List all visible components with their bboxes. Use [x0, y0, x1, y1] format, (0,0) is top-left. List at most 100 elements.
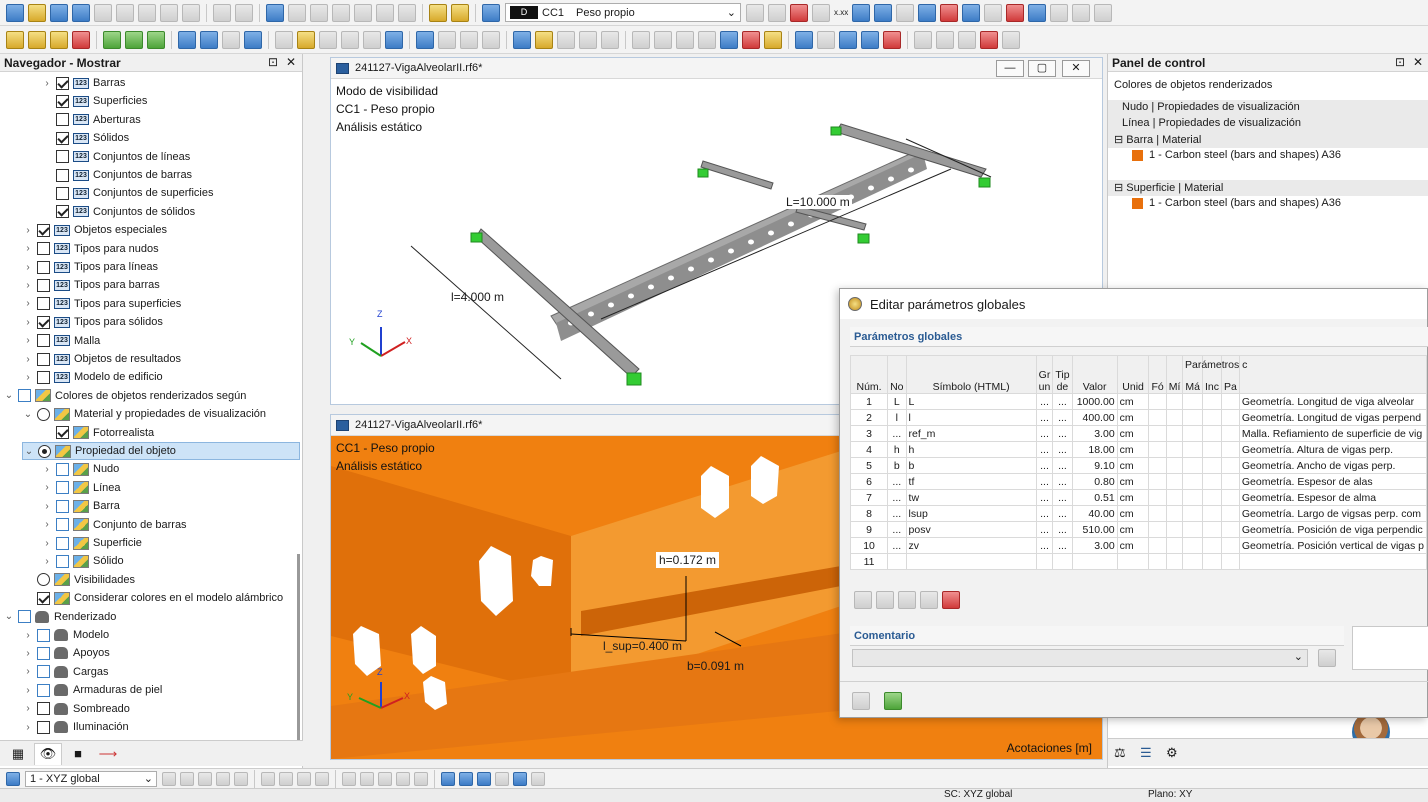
row-unit[interactable]: cm [1116, 537, 1150, 554]
expand-arrow-icon[interactable]: › [22, 280, 34, 291]
row-pas[interactable] [1221, 457, 1240, 474]
solid-icon[interactable] [244, 30, 262, 49]
nav-item[interactable]: › Cargas [22, 663, 108, 681]
cube-icon[interactable] [1028, 3, 1047, 22]
row-unit[interactable]: cm [1116, 425, 1150, 442]
nav-item[interactable]: 123 Conjuntos de líneas [41, 148, 190, 166]
nav-item[interactable]: 123 Conjuntos de superficies [41, 184, 213, 202]
load-case-selector[interactable]: D CC1 Peso propio ⌄ [505, 3, 741, 22]
table-row[interactable]: 6... tf...... 0.80 cm Geometría. Espesor de … [849, 473, 1428, 490]
checkbox[interactable] [37, 334, 50, 348]
row-group[interactable]: ... [1035, 457, 1054, 474]
row-pas[interactable] [1221, 537, 1240, 554]
delete-all-icon[interactable] [942, 591, 960, 609]
radio-button[interactable] [37, 573, 50, 587]
row-max[interactable] [1182, 505, 1204, 522]
collapse-icon[interactable]: ⊟ [1114, 134, 1126, 146]
grid-icon[interactable] [319, 30, 337, 49]
collapse-arrow-icon[interactable]: ⌄ [3, 390, 15, 401]
row-number[interactable]: 10 [849, 537, 889, 554]
dimension-tool-icon[interactable] [279, 771, 293, 786]
row-description[interactable]: Geometría. Ancho de vigas perp. [1238, 457, 1428, 474]
truss-icon[interactable] [482, 30, 500, 49]
row-type[interactable]: ... [1052, 441, 1073, 458]
row-min[interactable] [1165, 409, 1184, 426]
insert-row-icon[interactable] [854, 591, 872, 609]
view-iso-icon[interactable] [839, 30, 857, 49]
expand-arrow-icon[interactable]: › [22, 630, 34, 641]
data-tab-icon[interactable]: ▦ [4, 743, 32, 765]
checkbox[interactable] [37, 665, 50, 679]
coordinate-system-icon[interactable] [6, 771, 20, 786]
view-grid-icon[interactable] [795, 30, 813, 49]
results-tab-icon[interactable]: ⟶ [94, 743, 122, 765]
row-formula[interactable] [1148, 409, 1167, 426]
print-icon[interactable] [138, 3, 156, 22]
support-reactions-icon[interactable] [940, 3, 959, 22]
transparent-icon[interactable] [495, 771, 509, 786]
row-value[interactable]: 0.80 [1071, 473, 1118, 490]
angle-icon[interactable] [936, 30, 954, 49]
zoom-icon[interactable] [817, 30, 835, 49]
row-formula[interactable] [1148, 553, 1167, 570]
expand-arrow-icon[interactable]: › [22, 722, 34, 733]
nav-item[interactable]: › 123 Tipos para barras [22, 276, 160, 294]
view-top-icon[interactable] [861, 30, 879, 49]
member-results-icon[interactable] [918, 3, 937, 22]
row-type[interactable]: ... [1052, 393, 1073, 410]
expand-arrow-icon[interactable]: › [22, 335, 34, 346]
checkbox[interactable] [56, 536, 69, 550]
row-inc[interactable] [1202, 473, 1223, 490]
row-max[interactable] [1182, 441, 1204, 458]
row-name[interactable] [887, 553, 907, 570]
render-icon[interactable] [1050, 3, 1069, 22]
row-formula[interactable] [1148, 425, 1167, 442]
row-number[interactable]: 1 [849, 393, 889, 410]
row-unit[interactable]: cm [1116, 473, 1150, 490]
comment-edit-icon[interactable] [1318, 649, 1336, 667]
nav-item[interactable]: Visibilidades [22, 571, 135, 589]
row-name[interactable]: ... [887, 505, 907, 522]
table-row[interactable]: 11 [849, 553, 1428, 570]
row-description[interactable]: Geometría. Posición de viga perpendic [1238, 521, 1428, 538]
row-number[interactable]: 11 [849, 553, 889, 570]
undo-icon[interactable] [213, 3, 231, 22]
nav-item[interactable]: › Iluminación [22, 718, 129, 736]
row-name[interactable]: b [887, 457, 907, 474]
redo-icon[interactable] [235, 3, 253, 22]
row-max[interactable] [1182, 537, 1204, 554]
row-max[interactable] [1182, 473, 1204, 490]
save-icon[interactable] [116, 3, 134, 22]
row-description[interactable]: Geometría. Espesor de alma [1238, 489, 1428, 506]
checkbox[interactable] [37, 315, 50, 329]
row-inc[interactable] [1202, 393, 1223, 410]
view-front-icon[interactable] [883, 30, 901, 49]
checkbox[interactable] [56, 168, 69, 182]
table-row[interactable]: 10... zv...... 3.00 cm Geometría. Posición v… [849, 537, 1428, 554]
row-min[interactable] [1165, 505, 1184, 522]
animation-icon[interactable] [962, 3, 981, 22]
dimension-icon[interactable] [1094, 3, 1113, 22]
curve-tool-icon[interactable] [378, 771, 392, 786]
row-inc[interactable] [1202, 553, 1223, 570]
checkbox[interactable] [56, 150, 69, 164]
row-name[interactable]: h [887, 441, 907, 458]
row-formula[interactable] [1148, 521, 1167, 538]
show-results-icon[interactable] [852, 3, 871, 22]
checkbox[interactable] [18, 610, 31, 624]
surface-support-icon[interactable] [147, 30, 165, 49]
result-values-icon[interactable] [812, 3, 830, 22]
row-inc[interactable] [1202, 409, 1223, 426]
row-number[interactable]: 4 [849, 441, 889, 458]
expand-arrow-icon[interactable]: › [41, 464, 53, 475]
row-max[interactable] [1182, 457, 1204, 474]
text-icon[interactable] [315, 771, 329, 786]
nav-item[interactable]: ⌄ Propiedad del objeto [22, 442, 300, 460]
row-name[interactable]: ... [887, 537, 907, 554]
nav-item[interactable]: › Apoyos [22, 644, 110, 662]
row-unit[interactable]: cm [1116, 457, 1150, 474]
row-type[interactable]: ... [1052, 521, 1073, 538]
checkbox[interactable] [37, 720, 50, 734]
units-icon[interactable] [884, 691, 902, 710]
nav-item[interactable]: › 123 Objetos especiales [22, 221, 167, 239]
